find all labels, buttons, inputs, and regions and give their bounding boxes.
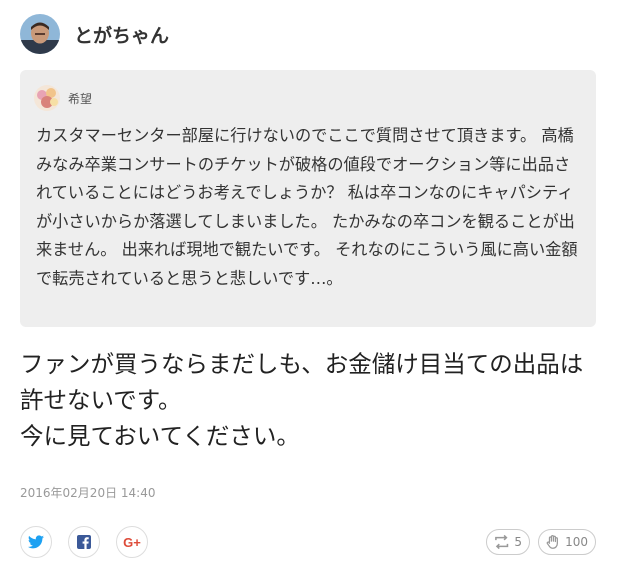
googleplus-icon: G+ [123,534,141,550]
facebook-icon [77,535,91,549]
quote-text: カスタマーセンター部屋に行けないのでここで質問させて頂きます。 高橋みなみ卒業コ… [36,126,578,288]
quote-author: 希望 [34,85,92,111]
like-button[interactable]: 100 [538,529,596,555]
quoted-message: 希望 カスタマーセンター部屋に行けないのでここで質問させて頂きます。 高橋みなみ… [20,70,596,327]
post-body-line: ファンが買うならまだしも、お金儲け目当ての出品は許せないです。 [20,350,584,414]
author-name[interactable]: とがちゃん [74,21,169,48]
post-header: とがちゃん [20,14,169,54]
post-body: ファンが買うならまだしも、お金儲け目当ての出品は許せないです。 今に見ておいてく… [20,346,606,454]
repost-button[interactable]: 5 [486,529,530,555]
repost-icon [495,534,509,550]
twitter-icon [28,535,44,549]
like-count: 100 [565,535,588,549]
twitter-share-button[interactable] [20,526,52,558]
quoted-user-avatar-icon [34,85,60,111]
quote-avatar[interactable] [34,85,60,111]
facebook-share-button[interactable] [68,526,100,558]
quote-author-name[interactable]: 希望 [68,90,92,107]
post-body-line: 今に見ておいてください。 [20,422,300,450]
hand-clap-icon [546,535,558,549]
post-timestamp: 2016年02月20日 14:40 [20,486,156,500]
avatar[interactable] [20,14,60,54]
user-avatar-icon [20,14,60,54]
repost-count: 5 [514,535,522,549]
googleplus-share-button[interactable]: G+ [116,526,148,558]
